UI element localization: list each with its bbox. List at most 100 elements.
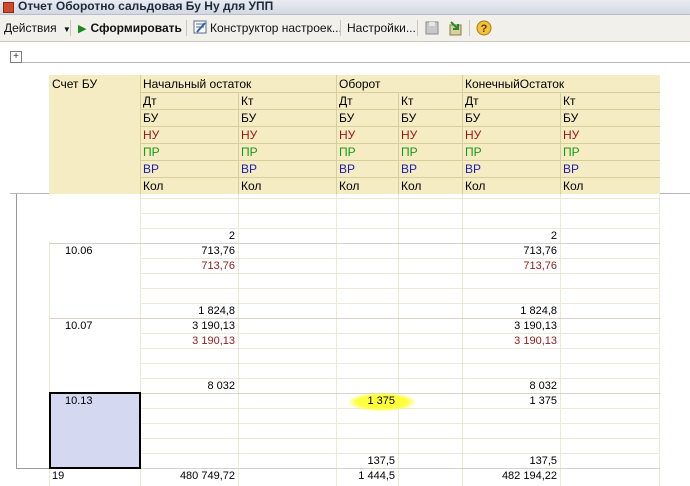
cell-end-bu[interactable]: 713,76 [462, 244, 560, 259]
header-row-bu: БУ [465, 111, 481, 125]
play-icon: ▶ [78, 23, 87, 35]
constructor-label: Конструктор настроек... [210, 21, 342, 35]
header-row-qty: Кол [563, 179, 584, 193]
header-row-bu: БУ [339, 111, 355, 125]
header-debit: Дт [339, 94, 353, 108]
cell-turnover-qty[interactable]: 137,5 [336, 454, 398, 469]
toolbar: Действия ▼ ▶ Сформировать Конструктор нас… [0, 15, 690, 42]
header-row-vr: ВР [465, 162, 482, 176]
header-credit: Кт [563, 94, 576, 108]
grid-line [238, 194, 239, 486]
grid-line [140, 198, 660, 199]
header-opening-balance: Начальный остаток [143, 77, 252, 91]
cell-start-bu[interactable]: 713,76 [140, 244, 238, 259]
grid-line [140, 213, 660, 214]
cell-end-qty[interactable]: 2 [462, 229, 560, 244]
account-cell[interactable]: 10.07 [60, 319, 140, 334]
toolbar-separator [340, 20, 341, 36]
header-account: Счет БУ [52, 77, 98, 91]
app-icon [3, 2, 14, 13]
grid-line [560, 194, 561, 486]
header-row-vr: ВР [241, 162, 258, 176]
account-cell[interactable]: 10.06 [60, 244, 140, 259]
cell-start-bu[interactable]: 480 749,72 [140, 469, 238, 484]
header-row-vr: ВР [563, 162, 580, 176]
actions-menu[interactable]: Действия ▼ [4, 19, 71, 37]
grid-line [140, 453, 660, 454]
generate-button[interactable]: ▶ Сформировать [78, 19, 182, 37]
toolbar-separator [70, 20, 71, 36]
cell-end-bu[interactable]: 482 194,22 [462, 469, 560, 484]
header-row-bu: БУ [143, 111, 159, 125]
grid-line [140, 288, 660, 289]
cell-end-qty[interactable]: 8 032 [462, 379, 560, 394]
title-bar: Отчет Оборотно сальдовая Бу Ну для УПП [0, 0, 690, 15]
header-row-nu: НУ [339, 128, 356, 142]
expand-group-toggle[interactable]: + [10, 51, 22, 63]
cell-turnover-bu[interactable]: 1 444,5 [336, 469, 398, 484]
header-row-vr: ВР [339, 162, 356, 176]
account-cell[interactable]: 19 [49, 469, 140, 484]
help-icon[interactable]: ? [476, 20, 492, 36]
header-row-nu: НУ [563, 128, 580, 142]
header-row-pr: ПР [401, 145, 418, 159]
grid-line [140, 363, 660, 364]
constructor-icon [193, 20, 207, 34]
actions-label: Действия [4, 21, 57, 35]
header-row-nu: НУ [143, 128, 160, 142]
header-row-qty: Кол [465, 179, 486, 193]
settings-button[interactable]: Настройки... [347, 19, 416, 37]
svg-text:?: ? [481, 23, 488, 35]
header-row-qty: Кол [241, 179, 262, 193]
grid-line [398, 194, 399, 486]
toolbar-separator [417, 20, 418, 36]
cell-turnover-bu[interactable]: 1 375 [336, 394, 398, 409]
header-closing-balance: КонечныйОстаток [465, 77, 565, 91]
header-credit: Кт [401, 94, 414, 108]
header-turnover: Оборот [339, 77, 381, 91]
cell-end-nu[interactable]: 713,76 [462, 259, 560, 274]
header-row-bu: БУ [401, 111, 417, 125]
header-debit: Дт [465, 94, 479, 108]
group-tree-line [16, 468, 50, 469]
constructor-button[interactable]: Конструктор настроек... [193, 19, 342, 37]
header-row-nu: НУ [241, 128, 258, 142]
cell-start-bu[interactable]: 3 190,13 [140, 319, 238, 334]
cell-start-nu[interactable]: 713,76 [140, 259, 238, 274]
header-row-qty: Кол [143, 179, 164, 193]
group-tree-line [16, 194, 17, 469]
grid-line [336, 194, 337, 486]
header-row-pr: ПР [143, 145, 160, 159]
settings-label: Настройки... [347, 21, 416, 35]
cell-end-nu[interactable]: 3 190,13 [462, 334, 560, 349]
header-row-qty: Кол [401, 179, 422, 193]
header-row-pr: ПР [241, 145, 258, 159]
window-title: Отчет Оборотно сальдовая Бу Ну для УПП [18, 0, 274, 13]
grid-line [140, 423, 660, 424]
cell-end-qty[interactable]: 1 824,8 [462, 304, 560, 319]
cell-start-nu[interactable]: 3 190,13 [140, 334, 238, 349]
grid-line [659, 194, 660, 486]
header-row-vr: ВР [401, 162, 418, 176]
restore-from-database-icon[interactable] [447, 20, 463, 36]
account-cell[interactable]: 10.13 [60, 394, 140, 409]
cell-start-qty[interactable]: 2 [140, 229, 238, 244]
cell-start-qty[interactable]: 8 032 [140, 379, 238, 394]
save-to-database-icon[interactable] [424, 20, 440, 36]
cell-start-qty[interactable]: 1 824,8 [140, 304, 238, 319]
cell-end-bu[interactable]: 3 190,13 [462, 319, 560, 334]
header-row-bu: БУ [241, 111, 257, 125]
header-row-pr: ПР [339, 145, 356, 159]
header-row-vr: ВР [143, 162, 160, 176]
group-line [10, 62, 690, 63]
header-row-bu: БУ [563, 111, 579, 125]
cell-end-qty[interactable]: 137,5 [462, 454, 560, 469]
toolbar-separator [186, 20, 187, 36]
generate-label: Сформировать [90, 21, 182, 35]
header-row-nu: НУ [401, 128, 418, 142]
grid-line [140, 438, 660, 439]
header-row-nu: НУ [465, 128, 482, 142]
header-row-pr: ПР [465, 145, 482, 159]
header-row-qty: Кол [339, 179, 360, 193]
cell-end-bu[interactable]: 1 375 [462, 394, 560, 409]
